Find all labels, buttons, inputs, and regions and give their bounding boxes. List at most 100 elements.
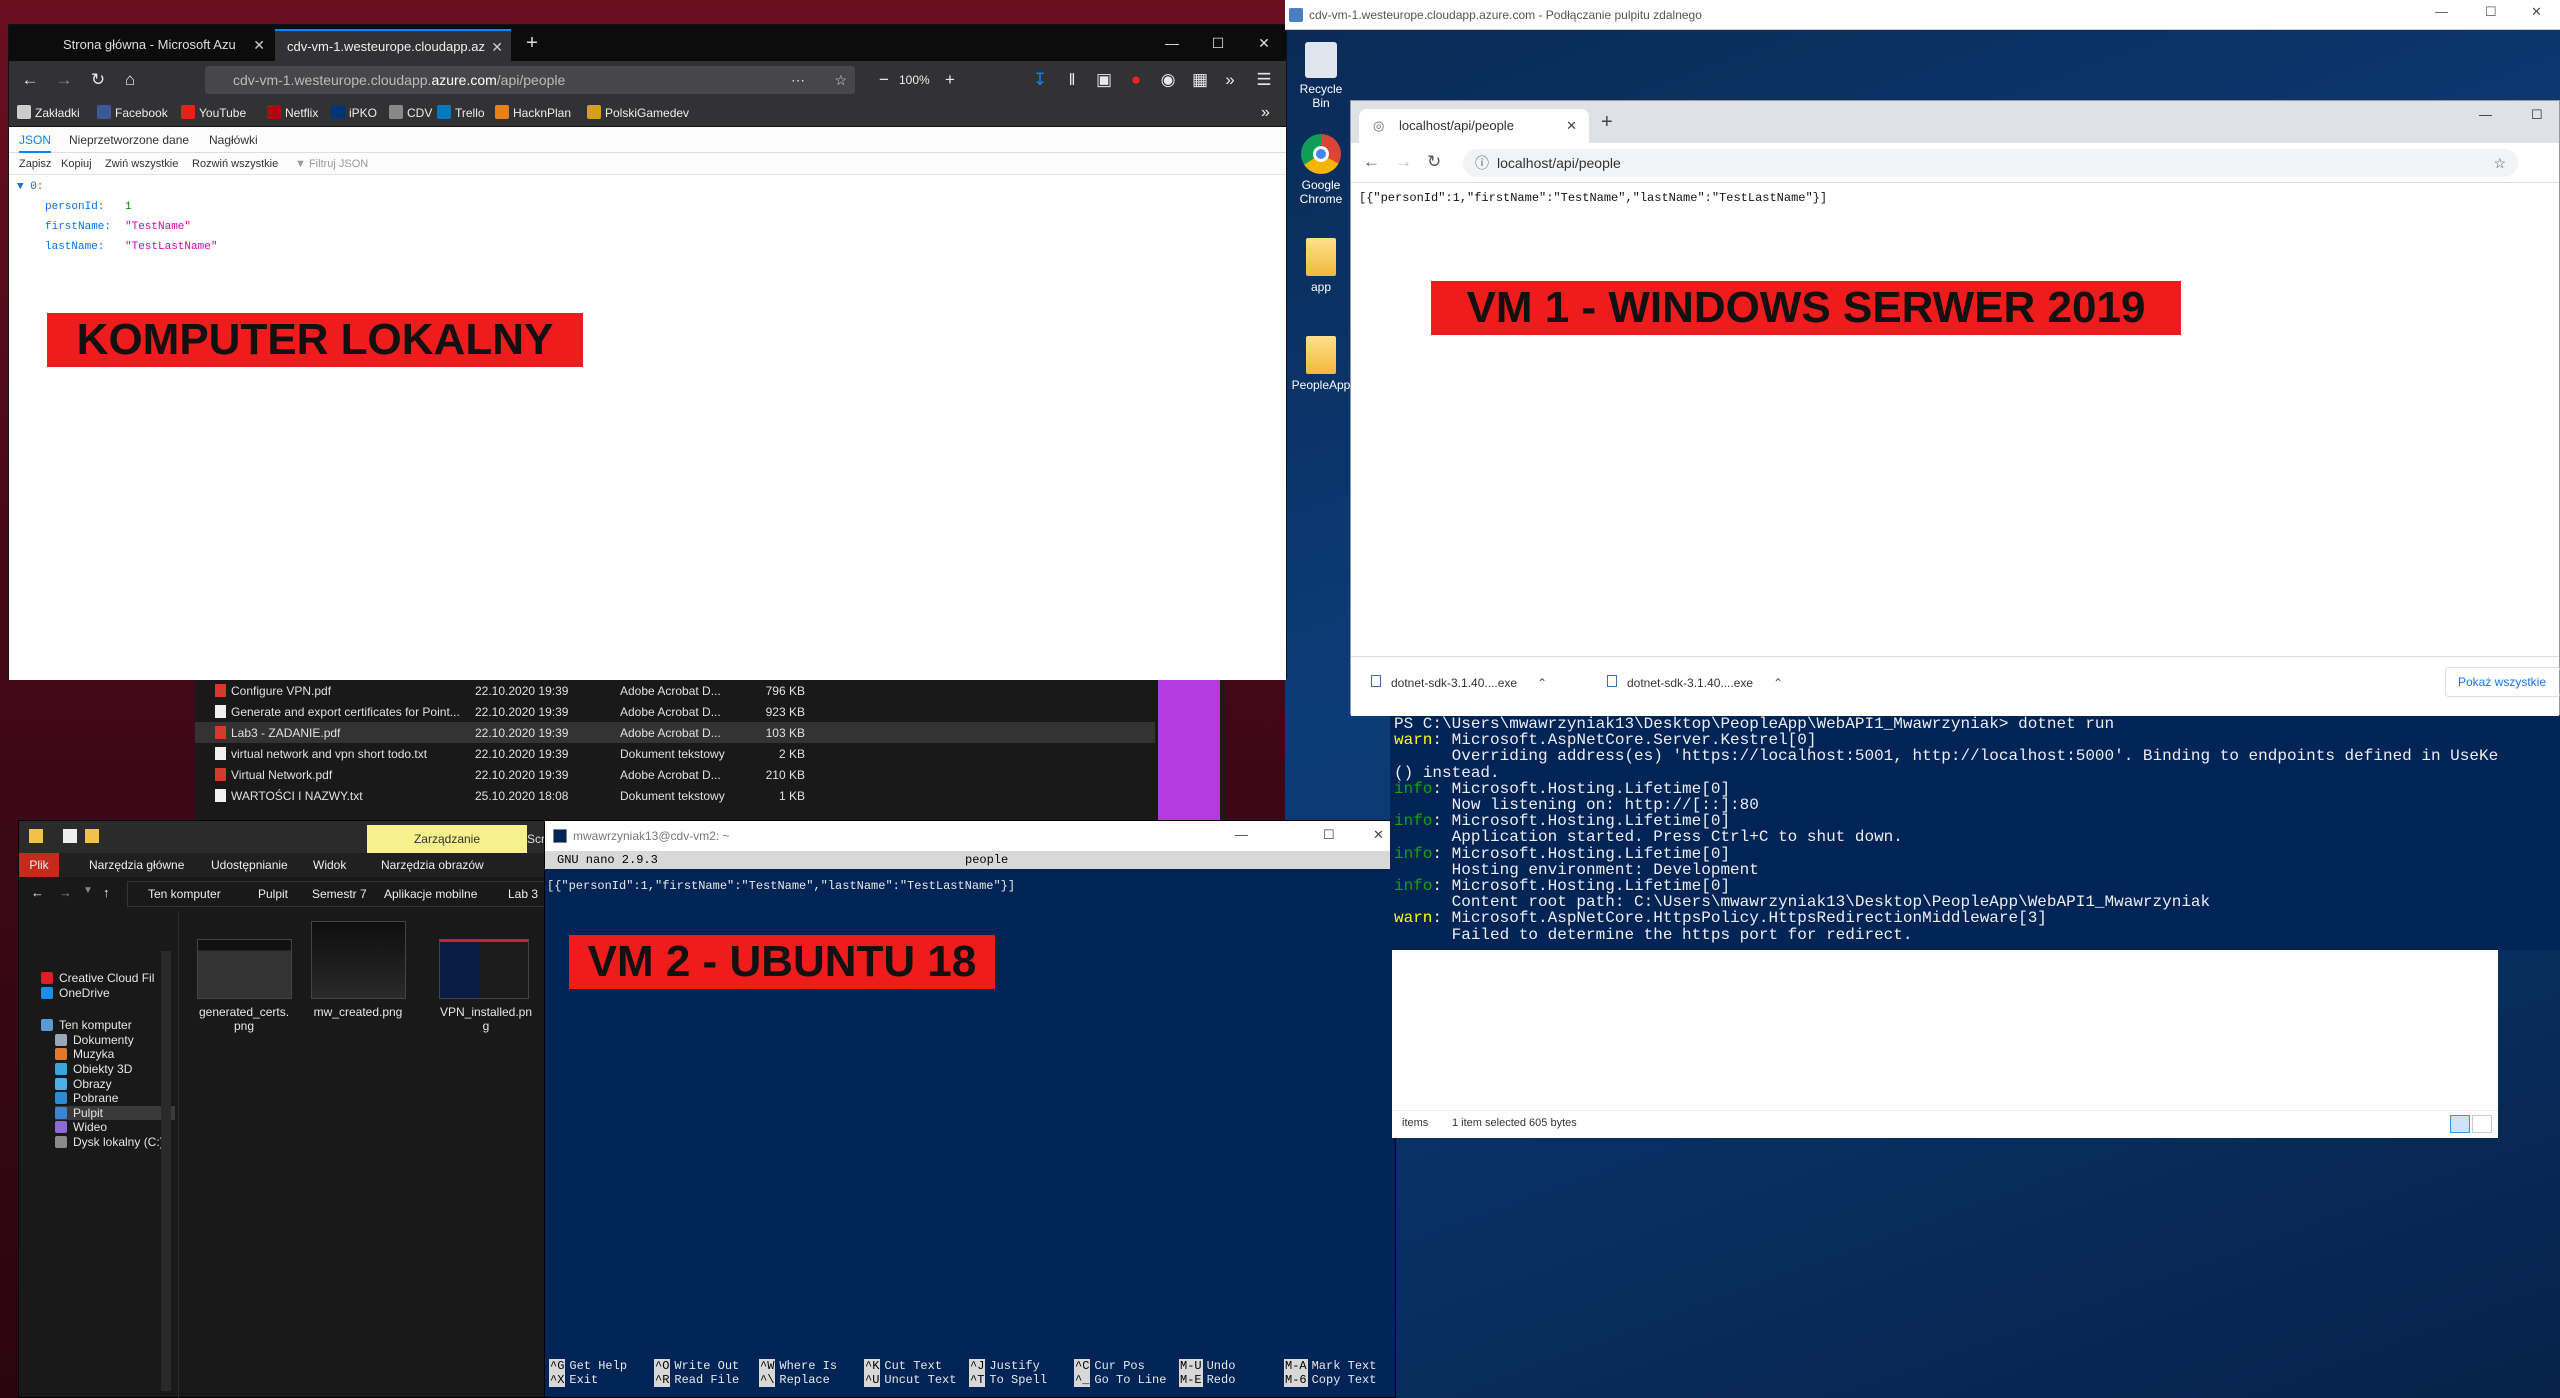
desktop-icon-app[interactable]: app — [1291, 238, 1351, 294]
crumb-lab3[interactable]: Lab 3 — [508, 887, 538, 901]
collapse-all-button[interactable]: Zwiń wszystkie — [105, 153, 178, 175]
nav-item[interactable]: Ten komputer — [41, 1018, 132, 1032]
omnibox[interactable]: ⓘ localhost/api/people ☆ — [1463, 149, 2518, 177]
zoom-in-icon[interactable]: + — [935, 61, 965, 99]
account-icon[interactable]: ◉ — [1153, 61, 1183, 99]
reload-icon[interactable]: ↻ — [83, 61, 113, 99]
save-button[interactable]: Zapisz — [19, 153, 51, 175]
chevron-down-icon[interactable]: ▼ — [83, 885, 93, 896]
close-tab-icon[interactable]: ✕ — [1566, 109, 1577, 143]
nav-item[interactable]: Obrazy — [55, 1077, 112, 1091]
chevron-up-icon[interactable]: ⌃ — [1773, 676, 1783, 690]
nav-item[interactable]: Creative Cloud Fil — [41, 971, 154, 985]
large-icons-view-icon[interactable] — [2472, 1115, 2492, 1133]
close-window-icon[interactable]: ✕ — [1241, 25, 1287, 61]
maximize-icon[interactable]: ☐ — [1195, 25, 1241, 61]
nav-item[interactable]: Pobrane — [55, 1091, 118, 1105]
tab-headers[interactable]: Nagłówki — [209, 127, 258, 153]
bookmark-youtube[interactable]: YouTube — [181, 99, 246, 127]
overflow-icon[interactable]: » — [1215, 61, 1245, 99]
close-tab-icon[interactable]: ✕ — [253, 29, 265, 61]
minimize-icon[interactable]: — — [1235, 827, 1248, 842]
tab-api-people[interactable]: cdv-vm-1.westeurope.cloudapp.az ✕ — [275, 29, 511, 61]
tab-localhost[interactable]: ◎ localhost/api/people ✕ — [1359, 109, 1589, 143]
crumb-desktop[interactable]: Pulpit — [258, 887, 288, 901]
maximize-icon[interactable]: ☐ — [2485, 4, 2497, 20]
tab-json[interactable]: JSON — [19, 127, 52, 153]
reload-icon[interactable]: ↻ — [1427, 152, 1441, 172]
nav-item[interactable]: Pulpit — [55, 1105, 175, 1120]
downloads-icon[interactable]: ↧ — [1025, 61, 1055, 99]
json-index-row[interactable]: ▼ 0: — [17, 181, 43, 193]
nav-item[interactable]: Dysk lokalny (C:) — [55, 1135, 164, 1149]
close-tab-icon[interactable]: ✕ — [491, 31, 503, 61]
thumbnail-mw-created[interactable] — [311, 921, 406, 999]
forward-icon[interactable]: → — [49, 61, 79, 99]
ribbon-file[interactable]: Plik — [19, 853, 59, 877]
nav-item[interactable]: Wideo — [55, 1120, 107, 1134]
minimize-icon[interactable]: — — [2479, 107, 2492, 122]
context-tab-manage[interactable]: Zarządzanie — [367, 825, 527, 853]
powershell-window[interactable]: PS C:\Users\mwawrzyniak13\Desktop\People… — [1390, 714, 2560, 950]
bookmark-cdv[interactable]: CDV — [389, 99, 432, 127]
breadcrumb[interactable]: Ten komputer Pulpit Semestr 7 Aplikacje … — [127, 881, 547, 907]
crumb-semestr[interactable]: Semestr 7 — [312, 887, 367, 901]
show-all-downloads-button[interactable]: Pokaż wszystkie — [2445, 667, 2560, 697]
bookmark-polskigamedev[interactable]: PolskiGamedev — [587, 99, 689, 127]
page-actions-icon[interactable]: ⋯ — [791, 66, 805, 94]
thumbnail-generated-certs[interactable] — [197, 939, 292, 999]
new-tab-button[interactable]: + — [1601, 111, 1613, 134]
copy-button[interactable]: Kopiuj — [61, 153, 92, 175]
nav-item[interactable]: OneDrive — [41, 986, 110, 1000]
new-tab-button[interactable]: + — [509, 25, 555, 61]
details-view-icon[interactable] — [2450, 1115, 2470, 1133]
forward-icon[interactable]: → — [59, 885, 72, 900]
crumb-mobile-apps[interactable]: Aplikacje mobilne — [384, 887, 477, 901]
zoom-level[interactable]: 100% — [899, 61, 930, 99]
bookmark-star-icon[interactable]: ☆ — [834, 66, 847, 94]
download-item[interactable]: dotnet-sdk-3.1.40....exe ⌃ — [1371, 675, 1547, 690]
url-bar[interactable]: cdv-vm-1.westeurope.cloudapp.azure.com/a… — [205, 66, 855, 94]
expand-all-button[interactable]: Rozwiń wszystkie — [192, 153, 278, 175]
up-icon[interactable]: ↑ — [103, 885, 110, 900]
menu-icon[interactable]: ☰ — [1249, 61, 1279, 99]
desktop-icon-recycle-bin[interactable]: Recycle Bin — [1291, 42, 1351, 110]
zoom-out-icon[interactable]: − — [869, 61, 899, 99]
bookmark-facebook[interactable]: Facebook — [97, 99, 168, 127]
extension-icon[interactable]: ● — [1121, 61, 1151, 99]
filter-json-input[interactable]: ▼ Filtruj JSON — [295, 153, 368, 175]
nav-item[interactable]: Dokumenty — [55, 1033, 134, 1047]
bookmark-trello[interactable]: Trello — [437, 99, 485, 127]
bookmark-star-icon[interactable]: ☆ — [2493, 149, 2506, 177]
ribbon-view[interactable]: Widok — [313, 853, 346, 877]
home-icon[interactable]: ⌂ — [115, 61, 145, 99]
tab-azure-home[interactable]: Strona główna - Microsoft Azu ✕ — [51, 29, 273, 61]
ribbon-image-tools[interactable]: Narzędzia obrazów — [381, 853, 484, 877]
properties-icon[interactable] — [63, 829, 77, 843]
close-window-icon[interactable]: ✕ — [2531, 4, 2542, 20]
library-icon[interactable]: ‖ — [1057, 61, 1087, 99]
bookmark-ipko[interactable]: iPKO — [331, 99, 377, 127]
tab-raw-data[interactable]: Nieprzetworzone dane — [69, 127, 189, 153]
chevron-up-icon[interactable]: ⌃ — [1537, 676, 1547, 690]
bookmarks-overflow-icon[interactable]: » — [1261, 99, 1270, 127]
crumb-this-pc[interactable]: Ten komputer — [148, 887, 221, 901]
back-icon[interactable]: ← — [1363, 152, 1380, 172]
minimize-icon[interactable]: — — [1149, 25, 1195, 61]
bookmark-hacknplan[interactable]: HacknPlan — [495, 99, 571, 127]
minimize-icon[interactable]: — — [2435, 4, 2448, 19]
back-icon[interactable]: ← — [31, 885, 44, 900]
back-icon[interactable]: ← — [15, 61, 45, 99]
ribbon-share[interactable]: Udostępnianie — [211, 853, 288, 877]
nav-item[interactable]: Muzyka — [55, 1047, 114, 1061]
ribbon-home[interactable]: Narzędzia główne — [89, 853, 184, 877]
new-folder-icon[interactable] — [85, 829, 99, 843]
bookmark-zakladki[interactable]: Zakładki — [17, 99, 80, 127]
nano-content[interactable]: [{"personId":1,"firstName":"TestName","l… — [547, 879, 1015, 893]
forward-icon[interactable]: → — [1395, 152, 1412, 172]
thumbnail-vpn-installed[interactable] — [439, 939, 529, 999]
desktop-icon-chrome[interactable]: Google Chrome — [1291, 134, 1351, 206]
apps-icon[interactable]: ▦ — [1185, 61, 1215, 99]
sidebar-icon[interactable]: ▣ — [1089, 61, 1119, 99]
nav-scrollbar[interactable] — [161, 951, 171, 1391]
